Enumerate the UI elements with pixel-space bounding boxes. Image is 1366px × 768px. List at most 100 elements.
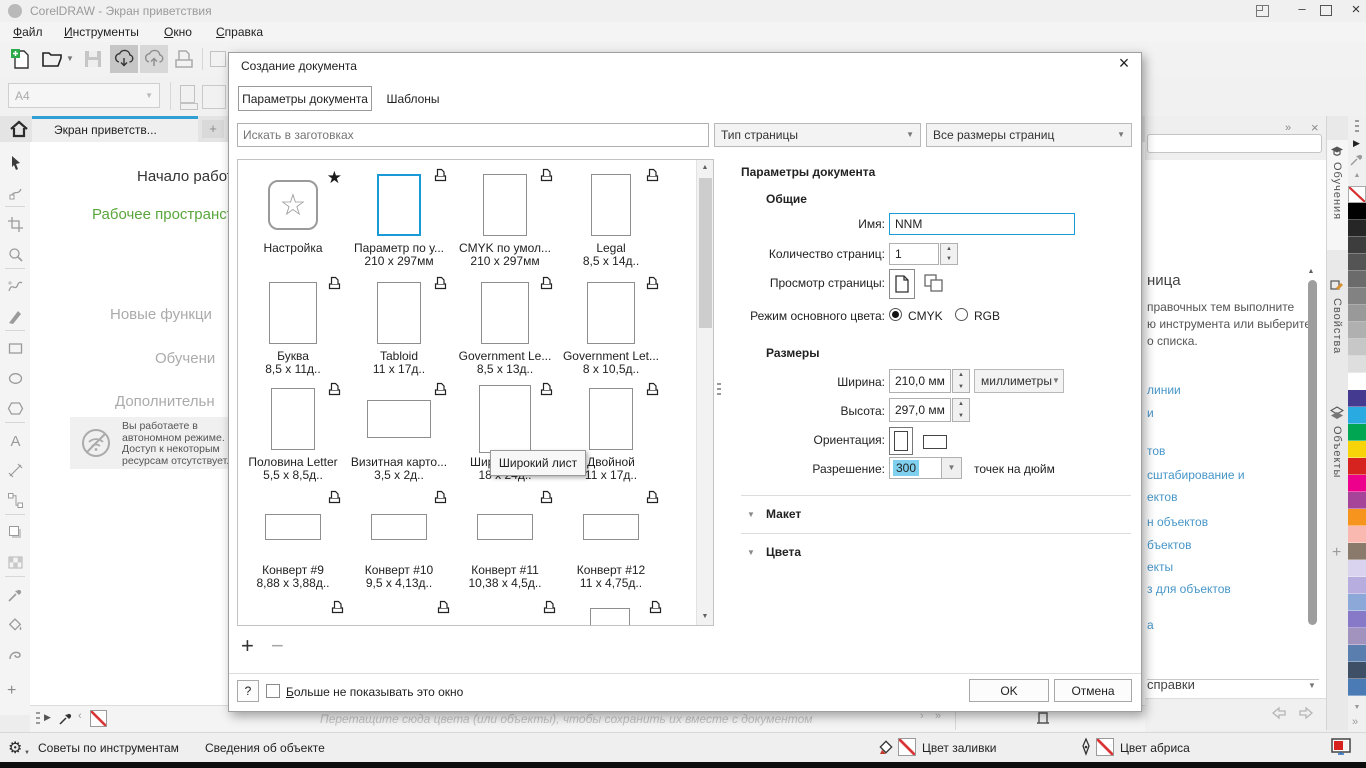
layout-window-icon[interactable] <box>1256 5 1269 17</box>
document-name-input[interactable] <box>889 213 1075 235</box>
palette-swatch[interactable] <box>1348 356 1366 373</box>
preset-item-business-card[interactable]: Визитная карто... 3,5 x 2д.. <box>346 382 452 482</box>
resolution-combo[interactable]: 300 <box>889 457 942 479</box>
palette-scroll-up-icon[interactable]: ▲ <box>1348 168 1366 184</box>
docker-link[interactable]: линии <box>1147 383 1181 397</box>
preset-item-government-letter[interactable]: Government Let... 8 x 10,5д.. <box>558 276 664 376</box>
tab-document-settings[interactable]: Параметры документа <box>238 86 372 111</box>
width-stepper[interactable]: ▲▼ <box>952 369 970 393</box>
docker-collapse-icon[interactable]: » <box>1285 122 1291 134</box>
palette-swatch[interactable] <box>1348 441 1366 458</box>
text-tool-icon[interactable]: A <box>2 426 28 454</box>
page-count-value[interactable]: 1 <box>889 243 939 265</box>
palette-swatch[interactable] <box>1348 407 1366 424</box>
docker-link[interactable]: бъектов <box>1147 538 1191 552</box>
preset-item-legal[interactable]: Legal 8,5 x 14д.. <box>558 168 664 268</box>
scrollbar-thumb[interactable] <box>699 178 712 328</box>
preset-search-input[interactable] <box>237 123 709 147</box>
transparency-tool-icon[interactable] <box>2 548 28 576</box>
palette-swatch[interactable] <box>1348 339 1366 356</box>
palette-swatch[interactable] <box>1348 288 1366 305</box>
dont-show-label[interactable]: Больше не показывать это окно <box>286 685 463 699</box>
docker-search-fragment[interactable] <box>1147 134 1322 153</box>
tab-templates[interactable]: Шаблоны <box>377 86 449 111</box>
height-value[interactable]: 297,0 мм <box>889 398 951 422</box>
cloud-download-button[interactable] <box>110 45 138 73</box>
cloud-upload-button[interactable] <box>140 45 168 73</box>
palette-swatch[interactable] <box>1348 662 1366 679</box>
scroll-down-icon[interactable]: ▼ <box>697 609 713 625</box>
dialog-close-icon[interactable]: × <box>1113 53 1135 75</box>
dont-show-checkbox[interactable] <box>266 684 280 698</box>
palette-swatch[interactable] <box>1348 611 1366 628</box>
tray-eyedropper-icon[interactable] <box>58 711 73 731</box>
preset-item-cmyk[interactable]: CMYK по умол... 210 x 297мм <box>452 168 558 268</box>
docker-link[interactable]: екты <box>1147 560 1173 574</box>
single-page-view-button[interactable] <box>889 269 915 299</box>
palette-swatch[interactable] <box>1348 271 1366 288</box>
welcome-nav-new-features[interactable]: Новые функци <box>110 306 212 323</box>
docker-footer-dropdown-icon[interactable]: ▼ <box>1308 682 1316 690</box>
statusbar-tool-tips[interactable]: Советы по инструментам <box>38 741 179 755</box>
dimension-tool-icon[interactable] <box>2 456 28 484</box>
ok-button[interactable]: OK <box>969 679 1049 702</box>
palette-swatch[interactable] <box>1348 203 1366 220</box>
preset-item-envelope10[interactable]: Конверт #10 9,5 x 4,13д.. <box>346 490 452 590</box>
preset-item-letter[interactable]: Буква 8,5 x 11д.. <box>240 276 346 376</box>
height-stepper[interactable]: ▲▼ <box>952 398 970 422</box>
docker-link[interactable]: н объектов <box>1147 515 1208 529</box>
palette-swatch[interactable] <box>1348 577 1366 594</box>
layout-section-chevron-icon[interactable]: ▼ <box>747 511 755 519</box>
open-document-button[interactable] <box>40 47 64 71</box>
docker-tab-properties[interactable]: Свойства <box>1327 274 1348 384</box>
palette-swatch[interactable] <box>1348 628 1366 645</box>
drop-shadow-tool-icon[interactable] <box>2 518 28 546</box>
crop-tool-icon[interactable] <box>2 210 28 238</box>
facing-pages-view-button[interactable] <box>923 273 945 298</box>
add-preset-button[interactable]: + <box>241 633 254 659</box>
tab-welcome-screen[interactable]: Экран приветств... <box>32 116 198 142</box>
scroll-up-icon[interactable]: ▲ <box>697 160 713 176</box>
palette-scroll-down-icon[interactable]: ▼ <box>1348 700 1366 716</box>
docker-scroll-up-icon[interactable]: ▲ <box>1303 264 1319 280</box>
welcome-nav-learning[interactable]: Обучени <box>155 350 215 367</box>
palette-swatch[interactable] <box>1348 186 1366 203</box>
palette-swatch[interactable] <box>1348 560 1366 577</box>
open-dropdown-arrow[interactable]: ▼ <box>66 55 74 63</box>
toolbox-add-button[interactable]: + <box>7 682 16 700</box>
tray-no-color-swatch[interactable] <box>90 710 107 727</box>
maximize-button[interactable] <box>1320 5 1332 16</box>
back-arrow-icon[interactable] <box>1270 705 1288 726</box>
palette-swatch[interactable] <box>1348 543 1366 560</box>
menu-file[interactable]: Файл <box>13 25 43 39</box>
tray-flyout-icon[interactable]: ▶ <box>44 712 51 723</box>
docker-link[interactable]: ектов <box>1147 490 1177 504</box>
palette-swatch[interactable] <box>1348 322 1366 339</box>
palette-swatch[interactable] <box>1348 220 1366 237</box>
zoom-tool-icon[interactable] <box>2 240 28 268</box>
docker-close-icon[interactable]: × <box>1311 120 1319 135</box>
palette-swatch[interactable] <box>1348 458 1366 475</box>
close-button[interactable]: × <box>1348 1 1364 19</box>
palette-swatch[interactable] <box>1348 373 1366 390</box>
colors-section-header[interactable]: Цвета <box>766 545 801 559</box>
preset-item-envelope12[interactable]: Конверт #12 11 x 4,75д.. <box>558 490 664 590</box>
palette-swatch[interactable] <box>1348 424 1366 441</box>
palette-swatch[interactable] <box>1348 526 1366 543</box>
landscape-orientation-button[interactable] <box>923 435 947 449</box>
palette-swatch[interactable] <box>1348 390 1366 407</box>
gear-icon[interactable]: ⚙ <box>8 738 22 758</box>
new-tab-button[interactable]: + <box>202 120 224 138</box>
docker-link[interactable]: а <box>1147 618 1154 632</box>
preset-item-government-legal[interactable]: Government Le... 8,5 x 13д.. <box>452 276 558 376</box>
preset-item-default[interactable]: Параметр по у... 210 x 297мм <box>346 168 452 268</box>
page-type-filter-combo[interactable]: Тип страницы▼ <box>714 123 921 147</box>
page-sizes-filter-combo[interactable]: Все размеры страниц▼ <box>926 123 1132 147</box>
portrait-orientation-button[interactable] <box>889 427 913 455</box>
palette-swatch[interactable] <box>1348 475 1366 492</box>
help-button[interactable]: ? <box>237 680 259 702</box>
colors-section-chevron-icon[interactable]: ▼ <box>747 549 755 557</box>
eyedropper-tool-icon[interactable] <box>2 580 28 608</box>
docker-link[interactable]: сштабирование и <box>1147 468 1245 482</box>
ellipse-tool-icon[interactable] <box>2 364 28 392</box>
